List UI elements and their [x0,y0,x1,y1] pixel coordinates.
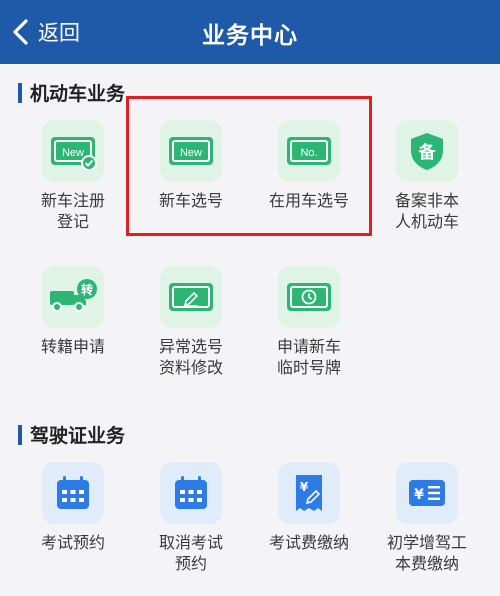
page-title: 业务中心 [202,23,298,49]
service-abnormal-plate-info-edit[interactable]: 异常选号 资料修改 [136,266,246,378]
svg-text:转: 转 [81,282,93,297]
tile-label: 异常选号 资料修改 [158,337,223,377]
tile-label: 申请新车 临时号牌 [276,337,341,377]
tile-label: 初学增驾工 本费缴纳 [386,533,467,573]
new-plate-icon: New [160,120,222,182]
truck-transfer-icon: 转 [42,266,104,328]
tile-label: 考试预约 [40,533,105,552]
svg-text:New: New [62,147,84,159]
tile-label: 备案非本 人机动车 [394,191,459,231]
used-plate-icon: No. [278,120,340,182]
service-record-non-owned-vehicle[interactable]: 备 备案非本 人机动车 [372,120,482,232]
calendar-icon [42,462,104,524]
tile-label: 在用车选号 [268,191,349,210]
section-accent-bar [18,424,22,445]
service-new-car-registration[interactable]: New 新车注册 登记 [18,120,128,232]
service-cancel-exam-appointment[interactable]: 取消考试 预约 [136,462,246,574]
service-exam-fee-payment[interactable]: ¥ 考试费缴纳 [254,462,364,553]
shield-record-icon: 备 [396,120,458,182]
svg-text:New: New [180,147,202,159]
yen-list-icon: ¥ [396,462,458,524]
calendar-cancel-icon [160,462,222,524]
plate-clock-icon [278,266,340,328]
tile-label: 新车选号 [158,191,223,210]
tile-label: 考试费缴纳 [268,533,349,552]
service-transfer-application[interactable]: 转 转籍申请 [18,266,128,357]
section-title-vehicle: 机动车业务 [30,83,126,105]
service-new-car-plate-selection[interactable]: New 新车选号 [136,120,246,211]
svg-text:No.: No. [300,147,317,159]
service-learner-upgrade-fee-payment[interactable]: ¥ 初学增驾工 本费缴纳 [372,462,482,574]
section-title-license: 驾驶证业务 [30,425,126,447]
service-exam-appointment[interactable]: 考试预约 [18,462,128,553]
new-plate-check-icon: New [42,120,104,182]
tile-label: 取消考试 预约 [158,533,223,573]
section-header-license: 驾驶证业务 [18,421,125,448]
svg-text:备: 备 [418,142,437,163]
tile-label: 新车注册 登记 [40,191,105,231]
plate-edit-icon [160,266,222,328]
service-used-car-plate-selection[interactable]: No. 在用车选号 [254,120,364,211]
service-temporary-plate-application[interactable]: 申请新车 临时号牌 [254,266,364,378]
receipt-pen-icon: ¥ [278,462,340,524]
svg-text:¥: ¥ [414,487,424,503]
tile-label: 转籍申请 [40,337,105,356]
top-nav-bar: 返回 业务中心 [0,0,500,64]
section-header-vehicle: 机动车业务 [18,79,125,106]
svg-text:¥: ¥ [300,480,309,494]
section-accent-bar [18,82,22,103]
